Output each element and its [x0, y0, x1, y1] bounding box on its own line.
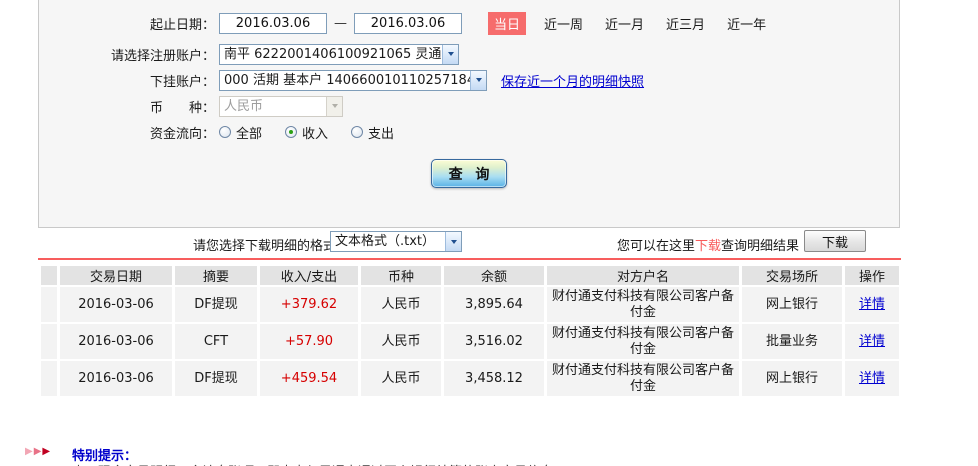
range-quarter-button[interactable]: 近三月: [666, 14, 705, 33]
sub-account-value: 000 活期 基本户 1406600101102571848: [224, 72, 470, 88]
column-header-currency: 币种: [361, 266, 441, 285]
detail-link[interactable]: 详情: [859, 297, 885, 312]
currency-label: 币 种：: [149, 100, 215, 116]
table-row: 2016-03-06 CFT +57.90 人民币 3,516.02 财付通支付…: [41, 324, 899, 359]
column-header-counterparty: 对方户名: [547, 266, 739, 285]
sub-account-row: 下挂账户： 000 活期 基本户 1406600101102571848 保存近…: [39, 69, 899, 91]
register-account-row: 请选择注册账户： 南平 6222001406100921065 灵通卡: [39, 43, 899, 65]
notice-body-clipped: 由于现金交易明细不含计息账项，即本卡与灵通卡通过网上银行结算的账户交易信息: [72, 461, 553, 466]
cell-empty: [41, 361, 57, 396]
date-range-label: 起止日期：: [149, 17, 215, 33]
detail-link[interactable]: 详情: [859, 371, 885, 386]
table-header-row: 交易日期 摘要 收入/支出 币种 余额 对方户名 交易场所 操作: [41, 266, 899, 285]
end-date-input[interactable]: [354, 12, 462, 34]
radio-income[interactable]: 收入: [285, 123, 328, 142]
notice-arrows-icon: ▶▶▶: [25, 446, 52, 457]
download-format-value: 文本格式（.txt）: [335, 234, 436, 249]
table-row: 2016-03-06 DF提现 +379.62 人民币 3,895.64 财付通…: [41, 287, 899, 322]
dropdown-arrow-icon[interactable]: [442, 44, 458, 64]
dropdown-arrow-icon: [326, 96, 342, 116]
cell-balance: 3,516.02: [444, 324, 544, 359]
cell-amount: +57.90: [260, 324, 358, 359]
sub-account-label: 下挂账户：: [149, 74, 215, 90]
transaction-query-page: 起止日期： — 当日 近一周 近一月 近三月 近一年 请选择注册账户： 南平 6…: [0, 0, 978, 466]
download-format-label: 请您选择下载明细的格式: [193, 239, 337, 254]
cell-action: 详情: [845, 361, 899, 396]
column-header-summary: 摘要: [175, 266, 257, 285]
dropdown-arrow-icon[interactable]: [470, 70, 486, 90]
query-form-panel: 起止日期： — 当日 近一周 近一月 近三月 近一年 请选择注册账户： 南平 6…: [38, 0, 900, 228]
cell-action: 详情: [845, 324, 899, 359]
column-header-balance: 余额: [444, 266, 544, 285]
cell-counterparty: 财付通支付科技有限公司客户备付金: [547, 361, 739, 396]
radio-all-label: 全部: [236, 126, 263, 142]
cell-balance: 3,458.12: [444, 361, 544, 396]
fund-direction-row: 资金流向： 全部 收入 支出: [39, 121, 899, 143]
currency-select-disabled: 人民币: [219, 95, 343, 117]
radio-income-label: 收入: [302, 126, 329, 142]
fund-direction-label: 资金流向：: [149, 126, 215, 142]
cell-channel: 批量业务: [742, 324, 842, 359]
currency-row: 币 种： 人民币: [39, 95, 899, 117]
cell-currency: 人民币: [361, 361, 441, 396]
cell-date: 2016-03-06: [60, 361, 172, 396]
date-range-row: 起止日期： — 当日 近一周 近一月 近三月 近一年: [39, 11, 899, 35]
cell-empty: [41, 324, 57, 359]
cell-action: 详情: [845, 287, 899, 322]
start-date-input[interactable]: [219, 12, 327, 34]
download-button[interactable]: 下载: [804, 230, 866, 252]
radio-expense[interactable]: 支出: [351, 123, 394, 142]
cell-counterparty: 财付通支付科技有限公司客户备付金: [547, 287, 739, 322]
cell-currency: 人民币: [361, 324, 441, 359]
range-today-button[interactable]: 当日: [488, 11, 527, 35]
cell-amount: +459.54: [260, 361, 358, 396]
radio-checked-icon[interactable]: [285, 126, 298, 138]
transaction-table: 交易日期 摘要 收入/支出 币种 余额 对方户名 交易场所 操作 2016-03…: [38, 264, 902, 398]
cell-amount: +379.62: [260, 287, 358, 322]
sub-account-select[interactable]: 000 活期 基本户 1406600101102571848: [219, 69, 487, 91]
cell-date: 2016-03-06: [60, 324, 172, 359]
download-hint-link[interactable]: 下载: [695, 239, 721, 254]
date-separator: —: [334, 15, 347, 31]
register-account-label: 请选择注册账户：: [110, 48, 215, 64]
cell-date: 2016-03-06: [60, 287, 172, 322]
query-button-row: 查 询: [39, 159, 899, 188]
column-header-action: 操作: [845, 266, 899, 285]
download-hint-suffix: 查询明细结果: [721, 239, 800, 254]
cell-balance: 3,895.64: [444, 287, 544, 322]
radio-all[interactable]: 全部: [219, 123, 262, 142]
cell-summary: CFT: [175, 324, 257, 359]
query-button[interactable]: 查 询: [431, 159, 507, 188]
cell-summary: DF提现: [175, 361, 257, 396]
cell-counterparty: 财付通支付科技有限公司客户备付金: [547, 324, 739, 359]
cell-empty: [41, 287, 57, 322]
column-header-amount: 收入/支出: [260, 266, 358, 285]
cell-currency: 人民币: [361, 287, 441, 322]
cell-channel: 网上银行: [742, 361, 842, 396]
currency-value: 人民币: [224, 98, 264, 114]
download-format-select[interactable]: 文本格式（.txt）: [330, 231, 462, 252]
download-hint-prefix: 您可以在这里: [617, 239, 696, 254]
red-divider: [38, 258, 901, 260]
register-account-value: 南平 6222001406100921065 灵通卡: [224, 46, 442, 62]
dropdown-arrow-icon[interactable]: [445, 232, 461, 251]
save-snapshot-link[interactable]: 保存近一个月的明细快照: [501, 71, 644, 90]
cell-channel: 网上银行: [742, 287, 842, 322]
range-month-button[interactable]: 近一月: [605, 14, 644, 33]
cell-summary: DF提现: [175, 287, 257, 322]
column-header-empty: [41, 266, 57, 285]
column-header-channel: 交易场所: [742, 266, 842, 285]
radio-expense-label: 支出: [368, 126, 395, 142]
range-year-button[interactable]: 近一年: [727, 14, 766, 33]
register-account-select[interactable]: 南平 6222001406100921065 灵通卡: [219, 43, 459, 65]
detail-link[interactable]: 详情: [859, 334, 885, 349]
radio-icon[interactable]: [351, 126, 364, 138]
radio-icon[interactable]: [219, 126, 231, 138]
table-row: 2016-03-06 DF提现 +459.54 人民币 3,458.12 财付通…: [41, 361, 899, 396]
column-header-date: 交易日期: [60, 266, 172, 285]
download-hint: 您可以在这里下载查询明细结果: [617, 235, 799, 254]
range-week-button[interactable]: 近一周: [544, 14, 583, 33]
